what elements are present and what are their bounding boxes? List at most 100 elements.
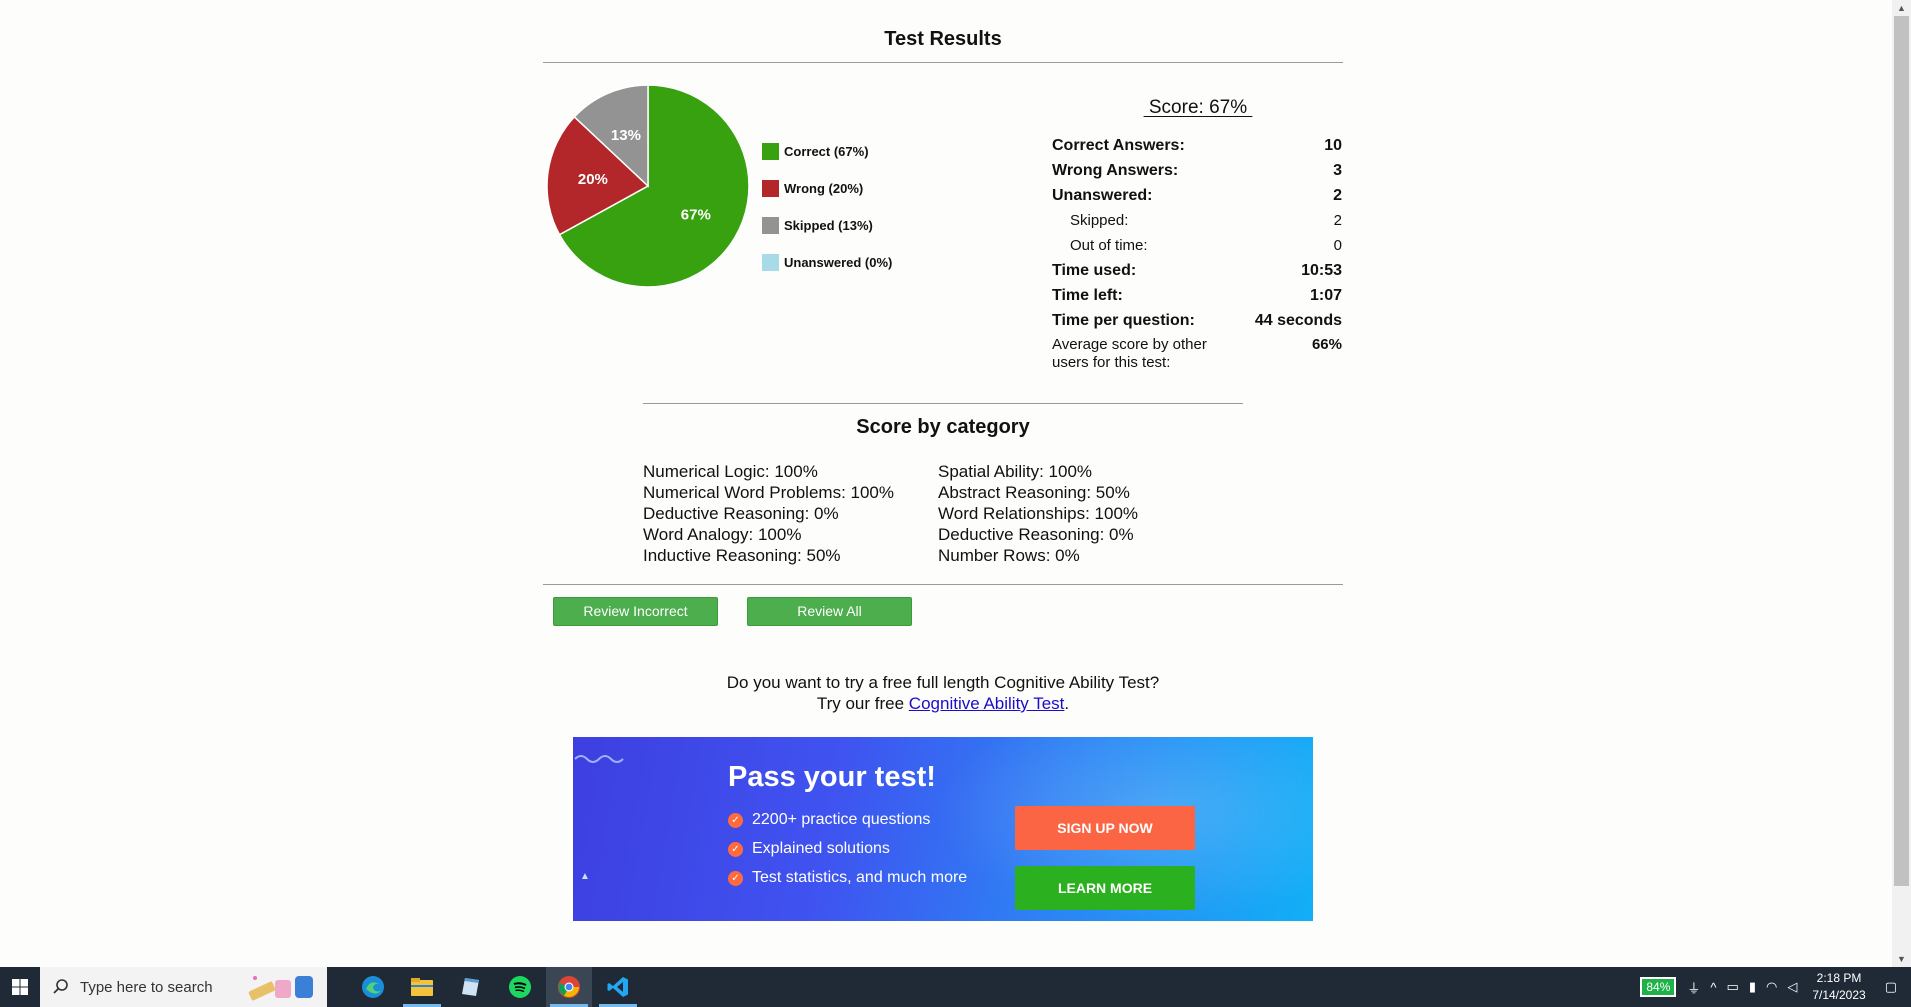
stat-label: Wrong Answers: (1052, 162, 1179, 179)
edge-app-button[interactable] (350, 967, 396, 1007)
volume-icon[interactable]: ◁ (1787, 979, 1797, 995)
windows-taskbar: Type here to search 84% ⏚ ^ ▭ ▮ ◠ ◁ 2:18… (0, 967, 1911, 1007)
category-item: Numerical Word Problems: 100% (643, 483, 894, 502)
feature-text: Test statistics, and much more (752, 869, 968, 886)
promo-banner[interactable]: ▲ Pass your test! ✓ 2200+ practice quest… (573, 737, 1313, 921)
pie-legend: Correct (67%) Wrong (20%) Skipped (13%) … (762, 133, 892, 281)
stat-row-wrong: Wrong Answers: 3 (1052, 160, 1342, 185)
start-button[interactable] (0, 967, 40, 1007)
notifications-icon[interactable]: ▢ (1885, 979, 1897, 995)
spotify-app-button[interactable] (497, 967, 543, 1007)
stat-value: 66% (1311, 336, 1342, 353)
vscode-app-button[interactable] (595, 967, 641, 1007)
banner-title: Pass your test! (728, 761, 936, 793)
power-plug-icon[interactable]: ⏚ (1687, 978, 1700, 997)
promo-text: Do you want to try a free full length Co… (543, 672, 1343, 714)
stat-label: Skipped: (1070, 212, 1129, 229)
score-stats: Correct Answers: 10 Wrong Answers: 3 Una… (1052, 135, 1342, 372)
legend-label-wrong: Wrong (20%) (784, 181, 864, 196)
stat-row-time-used: Time used: 10:53 (1052, 260, 1342, 285)
category-item: Number Rows: 0% (938, 546, 1080, 565)
category-item: Deductive Reasoning: 0% (643, 504, 839, 523)
scrollbar-thumb[interactable] (1894, 16, 1909, 886)
divider (543, 62, 1343, 63)
category-item: Spatial Ability: 100% (938, 462, 1093, 481)
learn-more-button[interactable]: LEARN MORE (1015, 866, 1195, 910)
chevron-up-icon[interactable]: ^ (1710, 980, 1716, 995)
legend-swatch-skipped (762, 217, 779, 234)
sign-up-button[interactable]: SIGN UP NOW (1015, 806, 1195, 850)
stat-value: 3 (1333, 162, 1342, 179)
stat-label: Out of time: (1070, 237, 1148, 254)
category-title: Score by category (856, 416, 1030, 438)
stat-value: 2 (1333, 212, 1342, 229)
battery-icon[interactable]: ▮ (1749, 979, 1756, 995)
wave-decoration-icon (574, 755, 624, 763)
chrome-icon (558, 976, 580, 998)
windows-logo-icon (12, 979, 28, 995)
battery-indicator[interactable]: 84% (1640, 977, 1677, 997)
clock-date: 7/14/2023 (1812, 988, 1866, 1002)
browser-page: Test Results 67% 20% 13% Correct (67%) Wro… (0, 0, 1892, 967)
stat-label: Unanswered: (1052, 187, 1153, 204)
stat-label: Correct Answers: (1052, 137, 1185, 154)
review-all-button[interactable]: Review All (747, 597, 912, 626)
pie-label-skipped: 13% (611, 127, 641, 144)
feature-text: 2200+ practice questions (752, 811, 931, 828)
stat-value: 1:07 (1309, 287, 1342, 304)
notepad-app-button[interactable] (448, 967, 494, 1007)
spotify-icon (509, 976, 531, 998)
banner-feature: ✓ Explained solutions (728, 840, 890, 858)
edge-icon (362, 976, 384, 998)
check-icon: ✓ (728, 870, 743, 886)
taskbar-search-box[interactable]: Type here to search (40, 967, 327, 1007)
legend-item-correct: Correct (67%) (762, 133, 892, 170)
category-item: Abstract Reasoning: 50% (938, 483, 1130, 502)
pie-label-correct: 67% (681, 206, 711, 223)
file-explorer-icon (411, 978, 433, 996)
stat-value: 10:53 (1301, 262, 1342, 279)
divider (543, 584, 1343, 585)
vertical-scrollbar[interactable]: ▲ ▼ (1892, 0, 1911, 967)
clock[interactable]: 2:18 PM 7/14/2023 (1812, 970, 1865, 1004)
banner-feature: ✓ Test statistics, and much more (728, 869, 967, 887)
stat-row-time-per-question: Time per question: 44 seconds (1052, 310, 1342, 335)
promo-suffix: . (1064, 694, 1070, 713)
feature-text: Explained solutions (752, 840, 890, 857)
display-icon[interactable]: ▭ (1727, 979, 1739, 995)
notepad-icon (462, 978, 479, 996)
promo-line-2: Try our free Cognitive Ability Test. (543, 693, 1343, 714)
legend-swatch-correct (762, 143, 779, 160)
stat-value: 0 (1333, 237, 1342, 254)
stat-label: Time left: (1052, 287, 1123, 304)
category-item: Deductive Reasoning: 0% (938, 525, 1134, 544)
file-explorer-app-button[interactable] (399, 967, 445, 1007)
score-title: Score: 67% (1143, 97, 1253, 118)
cognitive-test-link[interactable]: Cognitive Ability Test (909, 694, 1065, 713)
wifi-icon[interactable]: ◠ (1766, 979, 1777, 995)
stat-value: 44 seconds (1254, 312, 1342, 329)
stat-value: 2 (1333, 187, 1342, 204)
chrome-app-button[interactable] (546, 967, 592, 1007)
category-item: Word Analogy: 100% (643, 525, 802, 544)
legend-label-correct: Correct (67%) (784, 144, 869, 159)
legend-item-skipped: Skipped (13%) (762, 207, 892, 244)
review-incorrect-button[interactable]: Review Incorrect (553, 597, 718, 626)
stat-label: Time per question: (1052, 312, 1195, 329)
divider (643, 403, 1243, 404)
stat-row-skipped: Skipped: 2 (1052, 210, 1342, 235)
legend-label-skipped: Skipped (13%) (784, 218, 873, 233)
check-icon: ✓ (728, 812, 743, 828)
search-placeholder: Type here to search (80, 978, 213, 996)
stat-value: 10 (1324, 137, 1342, 154)
scroll-down-icon[interactable]: ▼ (1892, 951, 1911, 967)
triangle-decoration-icon: ▲ (580, 871, 590, 882)
category-item: Numerical Logic: 100% (643, 462, 818, 481)
legend-label-unanswered: Unanswered (0%) (784, 255, 893, 270)
check-icon: ✓ (728, 841, 743, 857)
results-pie-chart: 67% 20% 13% (546, 84, 750, 288)
stat-label: Time used: (1052, 262, 1137, 279)
legend-swatch-unanswered (762, 254, 779, 271)
scroll-up-icon[interactable]: ▲ (1892, 0, 1911, 16)
legend-swatch-wrong (762, 180, 779, 197)
